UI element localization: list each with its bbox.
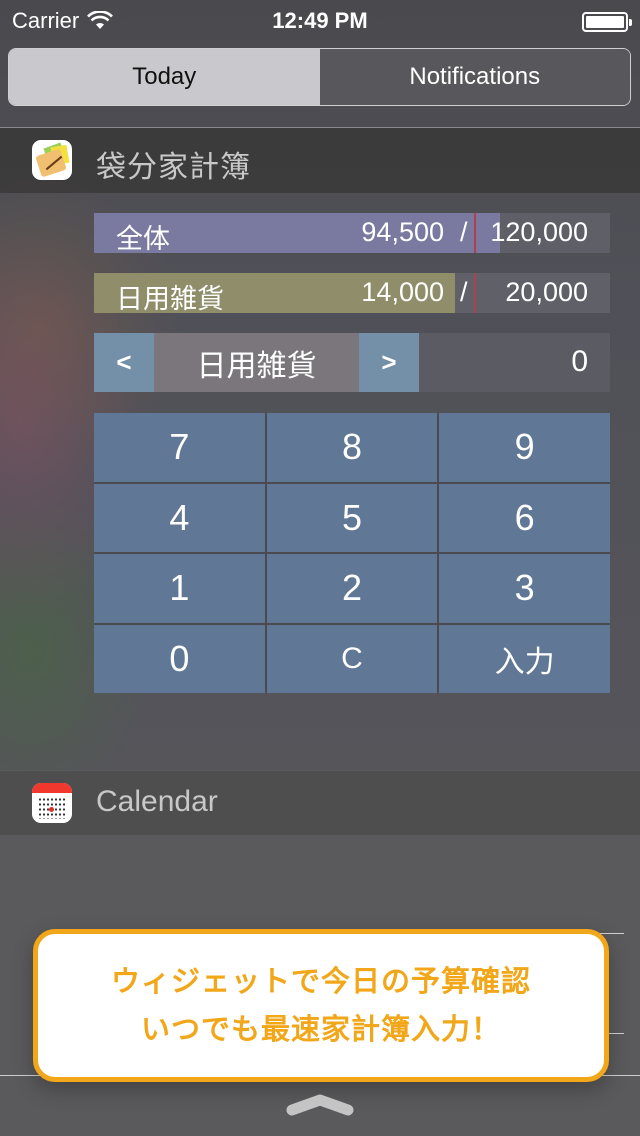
calendar-widget-header[interactable]: Calendar [0,771,640,835]
clock: 12:49 PM [272,8,368,33]
key-1[interactable]: 1 [94,554,265,623]
key-8[interactable]: 8 [266,413,438,482]
budget-label: 日用雑貨 [116,284,224,314]
input-amount: 0 [571,345,588,378]
budget-row-total: 全体 94,500 / 120,000 [94,213,610,254]
chevron-up-handle-icon[interactable] [284,1090,356,1116]
clear-button[interactable]: C [266,624,438,693]
tab-notifications[interactable]: Notifications [319,49,630,105]
budget-spent: 94,500 [361,217,444,247]
key-7[interactable]: 7 [94,413,265,482]
budget-separator: / [460,217,468,247]
enter-button[interactable]: 入力 [439,624,610,693]
budget-separator: / [460,277,468,307]
budget-marker [474,213,476,253]
separator-line [600,933,624,934]
budget-limit: 20,000 [505,277,588,307]
budget-limit: 120,000 [490,217,588,247]
calendar-icon-top [32,783,72,793]
widget-title: 袋分家計簿 [96,151,251,184]
calendar-title: Calendar [96,785,218,818]
key-3[interactable]: 3 [439,554,610,623]
calendar-icon-today-dot [49,807,54,812]
key-9[interactable]: 9 [439,413,610,482]
key-5[interactable]: 5 [266,483,438,552]
key-2[interactable]: 2 [266,554,438,623]
today-notifications-switch: Today Notifications [8,48,631,106]
previous-category-button[interactable]: < [94,333,154,392]
category-selector: < 日用雑貨 > 0 [94,333,610,392]
budget-spent: 14,000 [361,277,444,307]
key-0[interactable]: 0 [94,624,265,693]
key-4[interactable]: 4 [94,483,265,552]
next-category-button[interactable]: > [359,333,419,392]
tab-today[interactable]: Today [9,49,320,105]
promo-line-2: いつでも最速家計簿入力！ [140,1013,501,1046]
calendar-icon [32,783,72,823]
notebook-icon [32,140,72,180]
budget-label: 全体 [116,224,170,254]
promo-banner: ウィジェットで今日の予算確認 いつでも最速家計簿入力！ [33,929,609,1082]
keypad: 7 8 9 4 5 6 1 2 3 0 C 入力 [94,413,610,693]
battery-icon [582,12,632,32]
category-name: 日用雑貨 [154,333,359,392]
budget-marker [474,273,476,313]
promo-line-1: ウィジェットで今日の予算確認 [110,965,531,998]
status-bar: Carrier 12:49 PM [0,0,640,40]
widget-header[interactable]: 袋分家計簿 [0,128,640,193]
battery-tip [629,19,632,26]
battery-fill [586,16,624,28]
key-6[interactable]: 6 [439,483,610,552]
budget-row-category: 日用雑貨 14,000 / 20,000 [94,273,610,314]
